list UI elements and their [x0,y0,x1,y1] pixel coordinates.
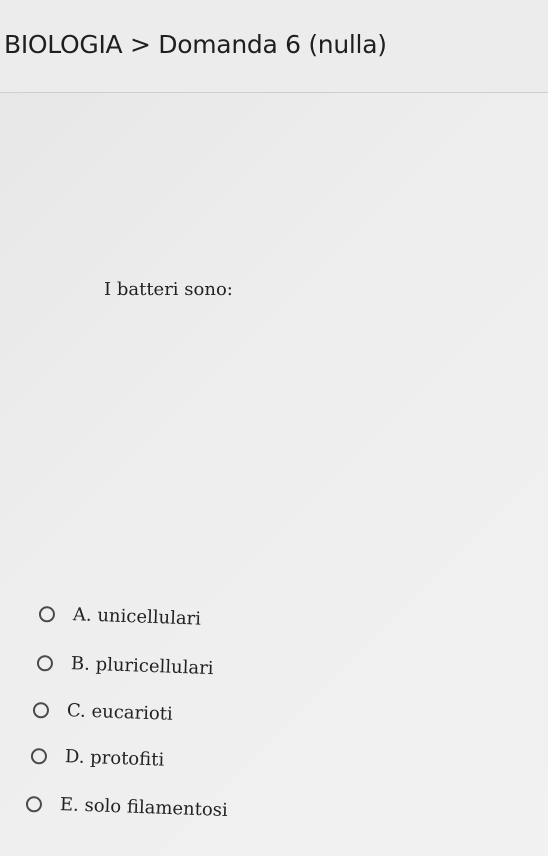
quiz-screen: BIOLOGIA > Domanda 6 (nulla) I batteri s… [0,0,548,856]
header-bar: BIOLOGIA > Domanda 6 (nulla) [0,0,548,93]
option-a[interactable]: A. unicellulari [38,603,202,630]
radio-button-e[interactable] [25,795,43,813]
option-e[interactable]: E. solo filamentosi [25,793,229,822]
breadcrumb: BIOLOGIA > Domanda 6 (nulla) [4,30,387,59]
radio-button-a[interactable] [38,605,56,623]
option-d-label: D. protofiti [64,746,165,771]
option-e-label: E. solo filamentosi [59,794,229,822]
option-b[interactable]: B. pluricellulari [36,652,214,680]
question-text: I batteri sono: [104,279,233,300]
radio-button-b[interactable] [36,654,54,672]
option-c-label: C. eucarioti [66,700,174,725]
option-c[interactable]: C. eucarioti [32,699,174,725]
option-b-label: B. pluricellulari [70,653,214,680]
option-a-label: A. unicellulari [72,604,202,630]
option-d[interactable]: D. protofiti [30,745,165,771]
radio-button-c[interactable] [32,701,50,719]
radio-button-d[interactable] [30,747,48,765]
